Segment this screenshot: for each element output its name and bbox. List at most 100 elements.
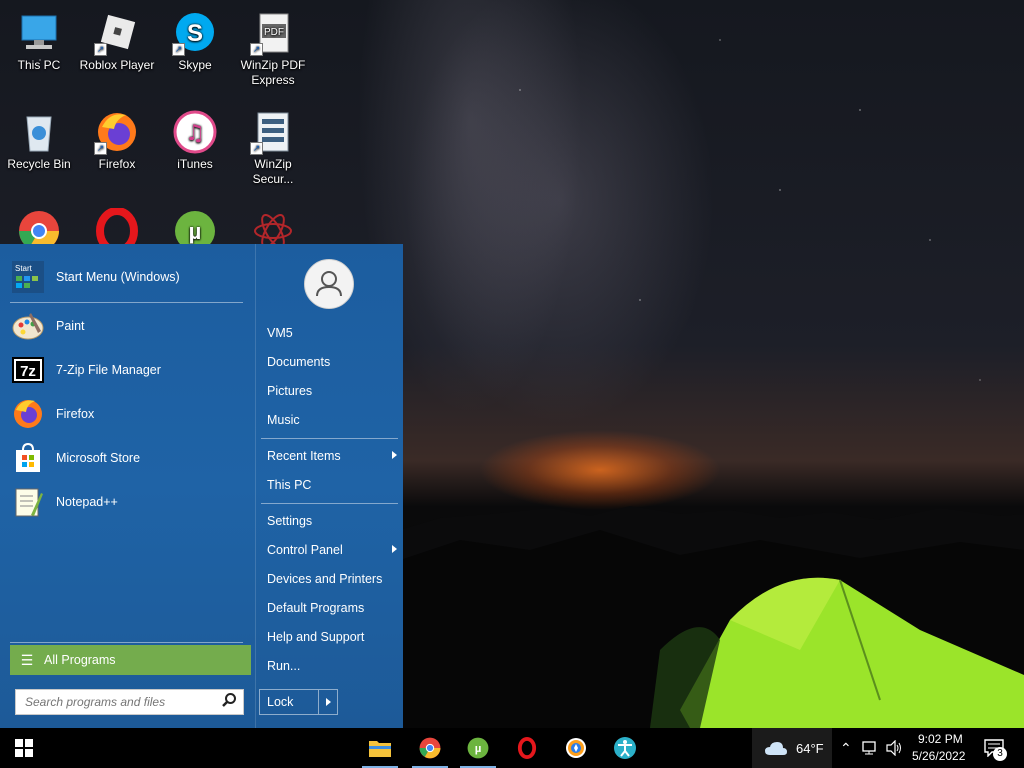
svg-text:µ: µ	[475, 743, 482, 755]
places-item-this-pc[interactable]: This PC	[267, 473, 397, 497]
desktop-icon-label: Firefox	[98, 157, 136, 171]
secure-browser-icon	[566, 738, 586, 758]
program-start-menu-windows[interactable]: Start Start Menu (Windows)	[10, 257, 245, 297]
places-item-run[interactable]: Run...	[267, 654, 397, 678]
places-item-recent-items[interactable]: Recent Items	[267, 444, 397, 468]
places-item-pictures[interactable]: Pictures	[267, 379, 397, 403]
itunes-icon: ♫	[172, 109, 218, 155]
notepad-plus-plus-icon	[10, 484, 46, 520]
taskbar-chrome[interactable]	[408, 728, 452, 768]
places-item-label: Default Programs	[267, 601, 365, 615]
desktop-icon-skype[interactable]: S ↗ Skype	[156, 6, 234, 73]
program-label: Start Menu (Windows)	[56, 270, 180, 284]
desktop-icon-itunes[interactable]: ♫ iTunes	[156, 105, 234, 172]
program-notepad-plus-plus[interactable]: Notepad++	[10, 482, 245, 522]
taskbar-opera[interactable]	[505, 728, 549, 768]
places-item-label: Settings	[267, 514, 313, 528]
store-bag-icon	[10, 440, 46, 476]
power-options-arrow[interactable]	[317, 690, 337, 714]
program-label: Notepad++	[56, 495, 118, 509]
program-paint[interactable]: Paint	[10, 306, 245, 346]
taskbar-file-explorer[interactable]	[358, 728, 402, 768]
program-label: Microsoft Store	[56, 451, 141, 465]
places-item-label: Help and Support	[267, 630, 365, 644]
places-item-label: Devices and Printers	[267, 572, 383, 586]
lock-button[interactable]: Lock	[259, 689, 338, 715]
program-7zip[interactable]: 7z 7-Zip File Manager	[10, 350, 245, 390]
desktop-icon-this-pc[interactable]: This PC	[0, 6, 78, 73]
desktop-icon-label: iTunes	[177, 157, 213, 171]
places-item-control-panel[interactable]: Control Panel	[267, 538, 397, 562]
desktop-icon-label: WinZip Secur...	[252, 157, 294, 186]
recycle-bin-icon	[16, 109, 62, 155]
desktop-icon-label: This PC	[17, 58, 61, 72]
places-item-devices-printers[interactable]: Devices and Printers	[267, 567, 397, 591]
submenu-arrow-icon	[392, 451, 397, 459]
program-microsoft-store[interactable]: Microsoft Store	[10, 438, 245, 478]
volume-icon[interactable]	[885, 739, 903, 759]
desktop-icon-label: Skype	[178, 58, 212, 72]
separator	[261, 438, 398, 439]
program-label: 7-Zip File Manager	[56, 363, 161, 377]
notification-count-badge: 3	[993, 747, 1007, 761]
taskbar-accessibility-app[interactable]	[603, 728, 647, 768]
places-item-label: Recent Items	[267, 449, 341, 463]
desktop-icon-winzip-pdf[interactable]: PDF ↗ WinZip PDF Express	[234, 6, 312, 88]
program-firefox[interactable]: Firefox	[10, 394, 245, 434]
user-icon	[316, 271, 342, 297]
places-item-documents[interactable]: Documents	[267, 350, 397, 374]
roblox-icon: ↗	[94, 10, 140, 56]
desktop-icon-roblox[interactable]: ↗ Roblox Player	[78, 6, 156, 73]
folder-icon	[369, 741, 391, 757]
places-item-label: Run...	[267, 659, 301, 673]
shortcut-arrow-icon: ↗	[250, 43, 263, 56]
action-center-button[interactable]: 3	[978, 728, 1024, 768]
places-item-label: Control Panel	[267, 543, 343, 557]
accessibility-icon	[614, 737, 636, 759]
places-item-label: Documents	[267, 355, 331, 369]
all-programs-label: All Programs	[44, 653, 116, 667]
clock[interactable]: 9:02 PM 5/26/2022	[908, 728, 970, 768]
opera-icon	[517, 737, 537, 759]
taskbar-avast-browser[interactable]	[554, 728, 598, 768]
search-box[interactable]	[15, 689, 244, 715]
places-item-music[interactable]: Music	[267, 408, 397, 432]
firefox-icon: ↗	[94, 109, 140, 155]
shortcut-arrow-icon: ↗	[94, 43, 107, 56]
desktop-icon-firefox[interactable]: ↗ Firefox	[78, 105, 156, 172]
start-button[interactable]	[2, 728, 46, 768]
skype-icon: S ↗	[172, 10, 218, 56]
svg-text:PDF: PDF	[264, 27, 284, 38]
taskbar-utorrent[interactable]: µ	[456, 728, 500, 768]
all-programs-button[interactable]: ☰ All Programs	[10, 645, 251, 675]
search-icon[interactable]	[221, 692, 237, 711]
desktop-icon-winzip-secure[interactable]: ↗ WinZip Secur...	[234, 105, 312, 187]
list-icon: ☰	[20, 651, 34, 668]
paint-palette-icon	[10, 308, 46, 344]
desktop-icon-label: WinZip PDF Express	[240, 58, 306, 87]
clock-time: 9:02 PM	[918, 732, 963, 746]
shortcut-arrow-icon: ↗	[94, 142, 107, 155]
separator	[10, 302, 243, 303]
svg-text:µ: µ	[189, 219, 202, 244]
chevron-up-icon[interactable]: ⌃	[840, 740, 852, 757]
places-item-default-programs[interactable]: Default Programs	[267, 596, 397, 620]
wallpaper-landscape	[400, 506, 1024, 728]
svg-text:S: S	[187, 20, 203, 47]
weather-widget[interactable]: 64°F	[752, 728, 832, 768]
places-item-help-support[interactable]: Help and Support	[267, 625, 397, 649]
utorrent-icon: µ	[467, 737, 489, 759]
user-avatar[interactable]	[304, 259, 354, 309]
search-input[interactable]	[23, 694, 217, 710]
network-icon[interactable]	[862, 740, 880, 759]
places-item-label: Pictures	[267, 384, 313, 398]
places-item-settings[interactable]: Settings	[267, 509, 397, 533]
clock-date: 5/26/2022	[912, 749, 966, 763]
svg-text:♫: ♫	[185, 121, 205, 146]
lock-label: Lock	[267, 695, 294, 709]
desktop-icon-recycle-bin[interactable]: Recycle Bin	[0, 105, 78, 172]
svg-text:7z: 7z	[20, 363, 36, 380]
start-menu-places-pane: VM5 Documents Pictures Music Recent Item…	[255, 244, 404, 728]
separator	[10, 642, 243, 643]
places-item-user[interactable]: VM5	[267, 321, 397, 345]
